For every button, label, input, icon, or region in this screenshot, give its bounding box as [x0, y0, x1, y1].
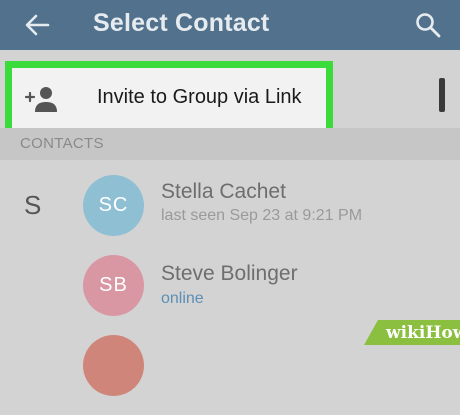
avatar-initials: SB — [99, 274, 128, 296]
section-header-text: CONTACTS — [20, 135, 104, 152]
invite-link-button[interactable]: Invite to Group via Link — [5, 61, 333, 135]
contact-row-stella[interactable]: SC Stella Cachet last seen Sep 23 at 9:2… — [0, 170, 460, 250]
contact-row-partial[interactable] — [0, 335, 460, 415]
wikihow-watermark: wikiHow — [364, 320, 460, 345]
avatar-initials: SC — [98, 194, 129, 216]
scrollbar-handle[interactable] — [439, 78, 445, 112]
arrow-left-icon[interactable] — [24, 13, 50, 37]
contact-name: Steve Bolinger — [161, 262, 298, 285]
page-title: Select Contact — [93, 9, 270, 37]
search-icon[interactable] — [414, 11, 442, 39]
contact-status: last seen Sep 23 at 9:21 PM — [161, 207, 363, 224]
avatar: SB — [83, 255, 144, 316]
avatar — [83, 335, 144, 396]
invite-link-label: Invite to Group via Link — [97, 86, 302, 108]
add-person-icon — [24, 87, 57, 112]
contact-status: online — [161, 290, 204, 307]
avatar: SC — [83, 175, 144, 236]
app-bar: Select Contact — [0, 0, 460, 50]
watermark-prefix: wiki — [386, 323, 426, 343]
contacts-section-header: CONTACTS — [0, 128, 460, 160]
contact-name: Stella Cachet — [161, 180, 286, 203]
watermark-suffix: How — [425, 323, 460, 343]
